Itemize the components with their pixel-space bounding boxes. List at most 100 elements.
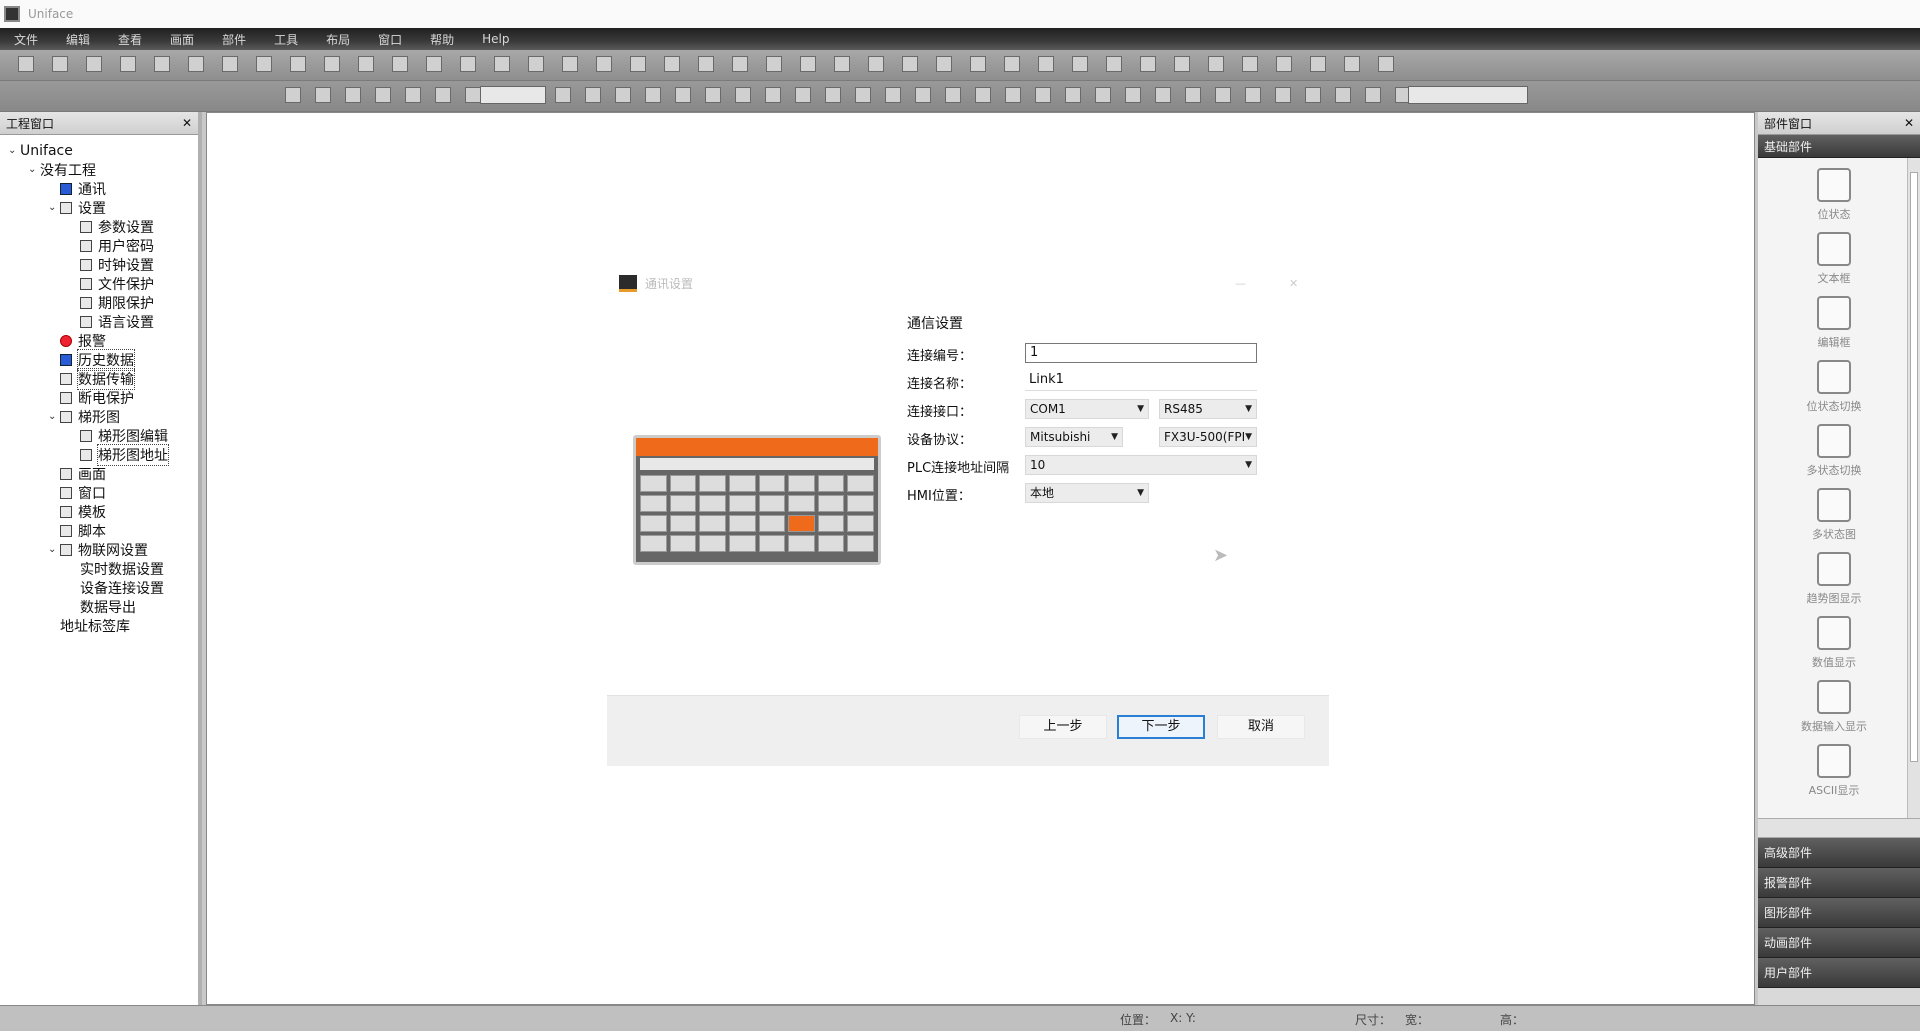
toolbar-button[interactable] <box>885 87 901 103</box>
toolbar-button[interactable] <box>460 56 476 72</box>
toolbar-button[interactable] <box>630 56 646 72</box>
tree-item[interactable]: 断电保护 <box>48 388 134 407</box>
close-icon[interactable]: ✕ <box>1289 277 1298 290</box>
toolbar-button[interactable] <box>975 87 991 103</box>
toolbar-button[interactable] <box>154 56 170 72</box>
tree-item[interactable]: 数据传输 <box>48 367 135 390</box>
part-item[interactable]: 编辑框 <box>1764 296 1904 360</box>
toolbar-button[interactable] <box>1245 87 1261 103</box>
toolbar-button[interactable] <box>645 87 661 103</box>
chevron-down-icon[interactable]: ⌄ <box>48 411 60 422</box>
chevron-down-icon[interactable]: ⌄ <box>48 202 60 213</box>
toolbar-button[interactable] <box>1035 87 1051 103</box>
toolbar-button[interactable] <box>285 87 301 103</box>
menu-item[interactable]: 工具 <box>260 31 312 48</box>
toolbar-button[interactable] <box>1065 87 1081 103</box>
tree-item[interactable]: 文件保护 <box>68 274 154 293</box>
toolbar-button[interactable] <box>698 56 714 72</box>
parts-category[interactable]: 动画部件 <box>1758 928 1920 958</box>
toolbar-button[interactable] <box>315 87 331 103</box>
toolbar-button[interactable] <box>1378 56 1394 72</box>
part-item[interactable]: 文本框 <box>1764 232 1904 296</box>
parts-category-basic[interactable]: 基础部件 <box>1758 135 1920 158</box>
toolbar-button[interactable] <box>426 56 442 72</box>
toolbar-button[interactable] <box>528 56 544 72</box>
toolbar-button[interactable] <box>1275 87 1291 103</box>
toolbar-button[interactable] <box>375 87 391 103</box>
tree-item[interactable]: 时钟设置 <box>68 255 154 274</box>
menu-item[interactable]: 查看 <box>104 31 156 48</box>
toolbar-button[interactable] <box>936 56 952 72</box>
close-icon[interactable]: ✕ <box>1904 116 1914 130</box>
toolbar-button[interactable] <box>358 56 374 72</box>
toolbar-button[interactable] <box>855 87 871 103</box>
toolbar-button[interactable] <box>732 56 748 72</box>
menu-item[interactable]: 部件 <box>208 31 260 48</box>
toolbar-button[interactable] <box>675 87 691 103</box>
tree-item[interactable]: 数据导出 <box>68 597 136 616</box>
toolbar-button[interactable] <box>766 56 782 72</box>
toolbar-button[interactable] <box>1305 87 1321 103</box>
toolbar-button[interactable] <box>465 87 481 103</box>
menu-item[interactable]: 画面 <box>156 31 208 48</box>
toolbar-button[interactable] <box>664 56 680 72</box>
toolbar-button[interactable] <box>1208 56 1224 72</box>
toolbar-button[interactable] <box>1174 56 1190 72</box>
hmi-position-select[interactable]: 本地 ▼ <box>1025 483 1149 503</box>
tree-item[interactable]: 报警 <box>48 331 106 350</box>
toolbar-button[interactable] <box>405 87 421 103</box>
menu-item[interactable]: Help <box>468 32 523 46</box>
toolbar-button[interactable] <box>18 56 34 72</box>
toolbar-button[interactable] <box>188 56 204 72</box>
toolbar-button[interactable] <box>1125 87 1141 103</box>
tree-item[interactable]: 地址标签库 <box>48 616 130 635</box>
tree-item[interactable]: 语言设置 <box>68 312 154 331</box>
part-item[interactable]: 数值显示 <box>1764 616 1904 680</box>
toolbar-combo[interactable] <box>480 86 546 104</box>
toolbar-button[interactable] <box>562 56 578 72</box>
toolbar-button[interactable] <box>494 56 510 72</box>
toolbar-button[interactable] <box>1310 56 1326 72</box>
toolbar-button[interactable] <box>1005 87 1021 103</box>
protocol-model-select[interactable]: FX3U-500(FPI ▼ <box>1159 427 1257 447</box>
toolbar-button[interactable] <box>392 56 408 72</box>
toolbar-button[interactable] <box>1155 87 1171 103</box>
tree-item[interactable]: 梯形图编辑 <box>68 426 168 445</box>
tree-item[interactable]: 期限保护 <box>68 293 154 312</box>
toolbar-button[interactable] <box>585 87 601 103</box>
tree-item[interactable]: 梯形图地址 <box>68 443 169 466</box>
toolbar-button[interactable] <box>1140 56 1156 72</box>
port-type-select[interactable]: RS485 ▼ <box>1159 399 1257 419</box>
tree-item[interactable]: ⌄ Uniface <box>8 141 73 160</box>
toolbar-button[interactable] <box>902 56 918 72</box>
toolbar-button[interactable] <box>1242 56 1258 72</box>
part-item[interactable]: 位状态切换 <box>1764 360 1904 424</box>
toolbar-button[interactable] <box>795 87 811 103</box>
next-button[interactable]: 下一步 <box>1117 715 1205 739</box>
toolbar-combo[interactable] <box>1408 86 1528 104</box>
toolbar-button[interactable] <box>1335 87 1351 103</box>
tree-item[interactable]: 窗口 <box>48 483 106 502</box>
tree-item[interactable]: ⌄ 物联网设置 <box>48 540 148 559</box>
close-icon[interactable]: ✕ <box>182 116 192 130</box>
toolbar-button[interactable] <box>1344 56 1360 72</box>
toolbar-button[interactable] <box>705 87 721 103</box>
toolbar-button[interactable] <box>596 56 612 72</box>
part-item[interactable]: 多状态切换 <box>1764 424 1904 488</box>
chevron-down-icon[interactable]: ⌄ <box>28 164 40 175</box>
link-number-input[interactable]: 1 <box>1025 343 1257 363</box>
toolbar-button[interactable] <box>1095 87 1111 103</box>
tree-item[interactable]: 实时数据设置 <box>68 559 164 578</box>
toolbar-button[interactable] <box>800 56 816 72</box>
toolbar-button[interactable] <box>1072 56 1088 72</box>
minimize-icon[interactable]: — <box>1235 277 1246 290</box>
toolbar-button[interactable] <box>868 56 884 72</box>
tree-item[interactable]: ⌄ 没有工程 <box>28 160 96 179</box>
toolbar-button[interactable] <box>222 56 238 72</box>
part-item[interactable]: 位状态 <box>1764 168 1904 232</box>
tree-item[interactable]: 脚本 <box>48 521 106 540</box>
toolbar-button[interactable] <box>825 87 841 103</box>
parts-hscrollbar[interactable] <box>1758 818 1920 838</box>
menu-item[interactable]: 布局 <box>312 31 364 48</box>
toolbar-button[interactable] <box>1365 87 1381 103</box>
